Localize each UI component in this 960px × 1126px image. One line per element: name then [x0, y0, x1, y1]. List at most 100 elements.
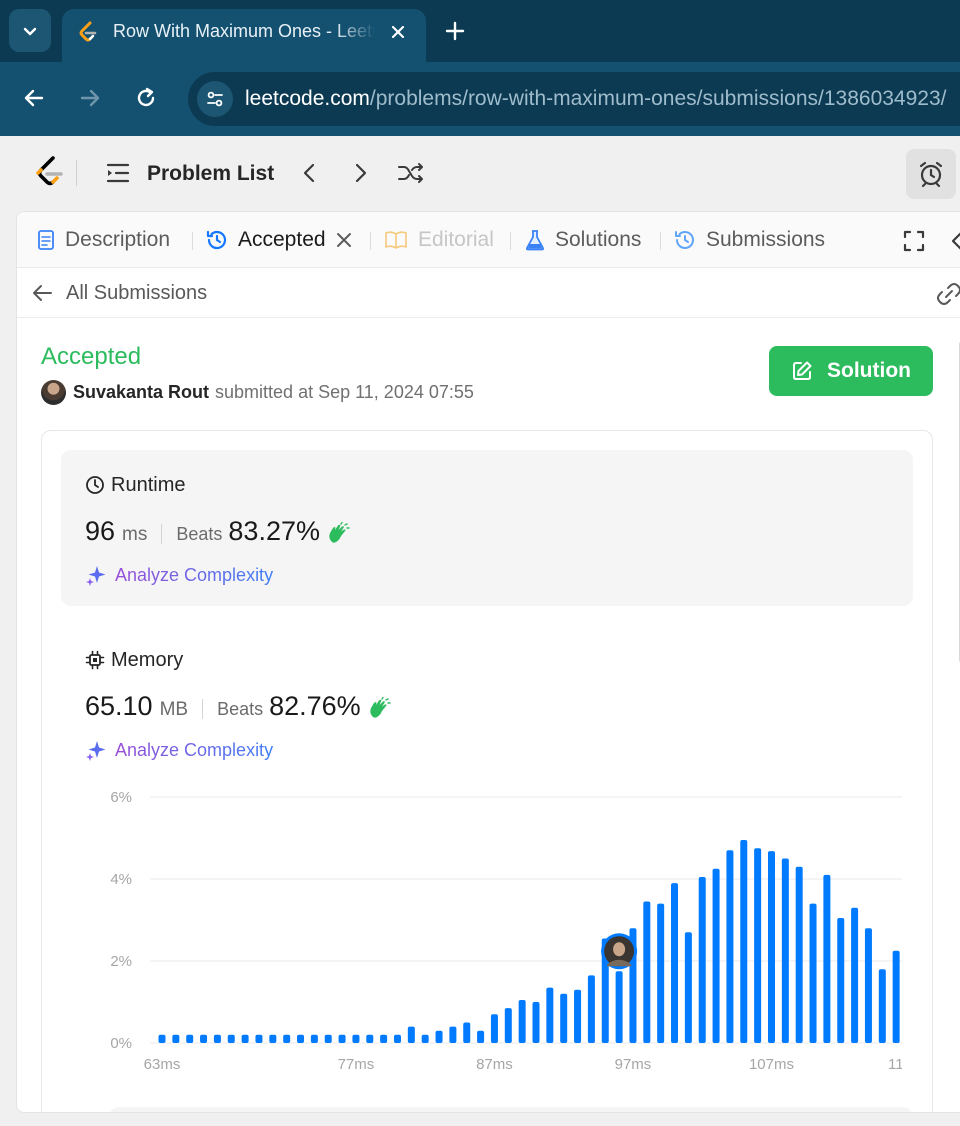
- solution-button-label: Solution: [827, 359, 911, 382]
- chart-bar[interactable]: [504, 1008, 512, 1043]
- leetcode-favicon-icon: [79, 21, 97, 42]
- browser-tab-active[interactable]: Row With Maximum Ones - LeetCode: [62, 9, 426, 63]
- post-solution-button[interactable]: Solution: [769, 346, 933, 396]
- chart-bar[interactable]: [310, 1034, 318, 1043]
- memory-value: 65.10: [85, 691, 153, 721]
- chart-bar[interactable]: [546, 987, 554, 1043]
- chart-bar[interactable]: [740, 840, 748, 1043]
- chart-bar[interactable]: [851, 907, 859, 1043]
- leetcode-logo-icon[interactable]: [34, 156, 66, 190]
- tab-description[interactable]: Description: [37, 225, 170, 255]
- tab-solutions[interactable]: Solutions: [525, 225, 641, 255]
- random-problem-button[interactable]: [397, 159, 425, 187]
- chart-bar[interactable]: [380, 1034, 388, 1043]
- chart-bar[interactable]: [227, 1034, 235, 1043]
- analyze-complexity-memory-link[interactable]: Analyze Complexity: [85, 738, 273, 762]
- collapse-left-icon[interactable]: [947, 228, 960, 254]
- close-tab-button[interactable]: [384, 18, 412, 46]
- chart-bar[interactable]: [490, 1014, 498, 1043]
- tab-accepted[interactable]: Accepted: [206, 225, 362, 255]
- reload-button[interactable]: [130, 82, 162, 114]
- close-tab-accepted-button[interactable]: [336, 232, 362, 248]
- chart-bar[interactable]: [435, 1030, 443, 1043]
- runtime-distribution-chart[interactable]: 6% 4% 2% 0% 63ms 77ms 87ms 97ms 107ms 117ms: [82, 787, 902, 1087]
- chart-bar[interactable]: [643, 901, 651, 1043]
- link-icon[interactable]: [935, 280, 960, 308]
- chart-bar[interactable]: [463, 1022, 471, 1044]
- chart-bar[interactable]: [892, 950, 900, 1043]
- chart-bar[interactable]: [560, 993, 568, 1043]
- next-problem-button[interactable]: [347, 159, 375, 187]
- prev-problem-button[interactable]: [295, 159, 323, 187]
- chart-bar[interactable]: [767, 851, 775, 1043]
- timer-button[interactable]: [906, 149, 956, 199]
- address-bar[interactable]: leetcode.com/problems/row-with-maximum-o…: [188, 72, 960, 126]
- new-tab-button[interactable]: [441, 17, 469, 45]
- chart-user-marker[interactable]: [601, 933, 638, 970]
- chart-bar[interactable]: [754, 848, 762, 1043]
- runtime-box[interactable]: Runtime 96 ms Beats 83.27% Analyze Compl…: [61, 450, 913, 606]
- chart-bar[interactable]: [158, 1034, 166, 1043]
- tab-submissions[interactable]: Submissions: [674, 225, 825, 255]
- chart-bar[interactable]: [241, 1034, 249, 1043]
- all-submissions-link[interactable]: All Submissions: [66, 282, 207, 305]
- avatar[interactable]: [41, 379, 66, 405]
- chart-bar[interactable]: [864, 928, 872, 1043]
- chart-bar[interactable]: [393, 1034, 401, 1043]
- chart-bar[interactable]: [587, 975, 595, 1043]
- analyze-complexity-runtime-link[interactable]: Analyze Complexity: [85, 563, 273, 587]
- chart-xtick-label: 97ms: [615, 1056, 652, 1073]
- chart-bar[interactable]: [269, 1034, 277, 1043]
- chart-bar[interactable]: [324, 1034, 332, 1043]
- chart-bar[interactable]: [186, 1034, 194, 1043]
- runtime-header: Runtime: [85, 472, 185, 498]
- chart-bar[interactable]: [615, 971, 623, 1043]
- chart-bar[interactable]: [809, 903, 817, 1043]
- chart-bar[interactable]: [781, 858, 789, 1044]
- chart-bar[interactable]: [449, 1026, 457, 1043]
- chart-bar[interactable]: [297, 1034, 305, 1043]
- chart-bar[interactable]: [712, 868, 720, 1043]
- chart-bar[interactable]: [823, 874, 831, 1043]
- tab-editorial-label: Editorial: [418, 228, 494, 251]
- chart-bar[interactable]: [255, 1034, 263, 1043]
- chart-bar[interactable]: [532, 1002, 540, 1043]
- author-name[interactable]: Suvakanta Rout: [73, 382, 209, 403]
- chart-bar[interactable]: [200, 1034, 208, 1043]
- arrow-left-icon[interactable]: [29, 280, 55, 306]
- chart-bar[interactable]: [172, 1034, 180, 1043]
- tab-solutions-label: Solutions: [555, 228, 642, 251]
- browser-tab-title: Row With Maximum Ones - LeetCode: [113, 21, 375, 42]
- tab-search-button[interactable]: [9, 9, 51, 52]
- chart-bar[interactable]: [366, 1034, 374, 1043]
- chart-bar[interactable]: [795, 866, 803, 1043]
- site-info-button[interactable]: [197, 81, 233, 117]
- problem-list-link[interactable]: Problem List: [147, 162, 274, 186]
- list-indent-icon[interactable]: [104, 161, 132, 185]
- tab-editorial[interactable]: Editorial: [384, 225, 494, 255]
- chart-bar[interactable]: [213, 1034, 221, 1043]
- history-icon: [675, 231, 694, 249]
- chart-bar[interactable]: [574, 989, 582, 1043]
- chart-bar[interactable]: [283, 1034, 291, 1043]
- chart-bar[interactable]: [698, 876, 706, 1043]
- back-button[interactable]: [18, 82, 50, 114]
- chart-bar[interactable]: [726, 850, 734, 1043]
- chart-bar[interactable]: [684, 932, 692, 1043]
- chart-bar[interactable]: [837, 917, 845, 1043]
- chart-bar[interactable]: [657, 903, 665, 1043]
- sparkle-icon: [86, 741, 106, 761]
- chart-bar[interactable]: [518, 999, 526, 1043]
- history-icon: [206, 230, 227, 250]
- maximize-icon[interactable]: [901, 228, 927, 254]
- chart-bar[interactable]: [338, 1034, 346, 1043]
- forward-button[interactable]: [74, 82, 106, 114]
- chart-bar[interactable]: [352, 1034, 360, 1043]
- chart-bar[interactable]: [421, 1034, 429, 1043]
- chart-bar[interactable]: [477, 1030, 485, 1043]
- chart-bar[interactable]: [407, 1026, 415, 1043]
- plus-icon: [445, 21, 465, 41]
- analyze-complexity-label: Analyze Complexity: [115, 564, 274, 585]
- chart-bar[interactable]: [878, 969, 886, 1043]
- chart-bar[interactable]: [671, 883, 679, 1043]
